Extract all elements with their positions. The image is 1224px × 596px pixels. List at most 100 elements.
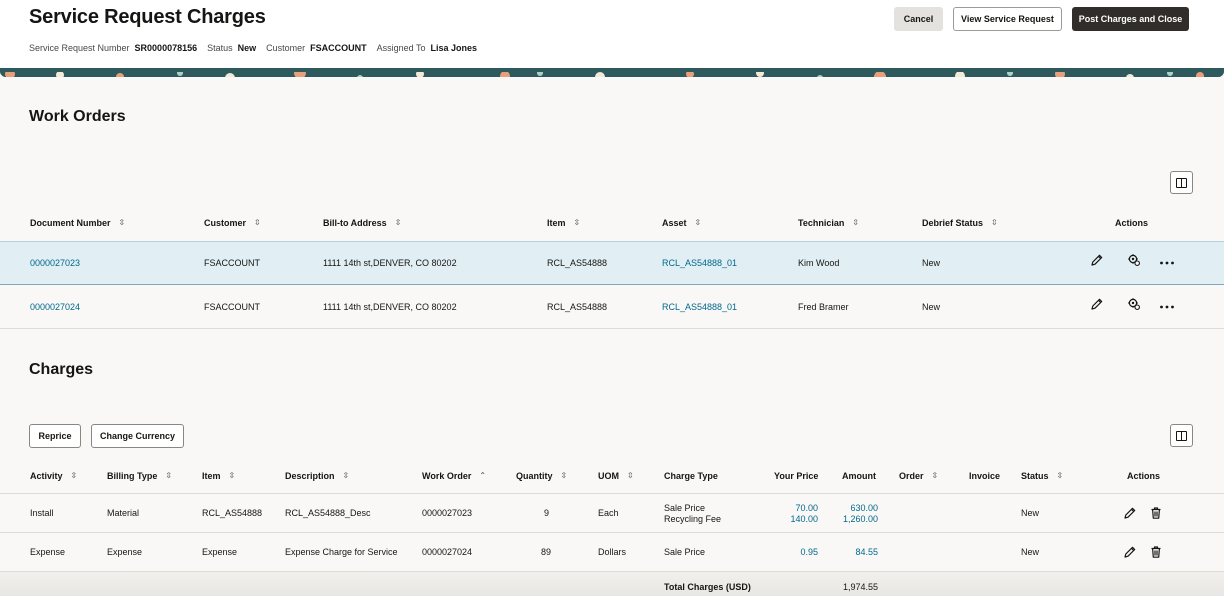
- sort-arrows-icon[interactable]: ⇳: [852, 219, 859, 227]
- status-label: Status: [207, 43, 233, 53]
- pencil-icon[interactable]: [1090, 297, 1104, 311]
- col-item[interactable]: Item ⇳: [202, 471, 235, 481]
- charge-type-cell: Sale Price: [664, 547, 706, 557]
- amount-link[interactable]: 630.00: [820, 503, 878, 513]
- col-document-number[interactable]: Document Number ⇳: [30, 218, 125, 228]
- col-uom[interactable]: UOM ⇳: [598, 471, 634, 481]
- your-price-link[interactable]: 70.00: [760, 503, 818, 513]
- activity-cell: Expense: [30, 547, 66, 557]
- sort-arrows-icon[interactable]: ⇳: [991, 219, 998, 227]
- quantity-cell: 89: [540, 547, 551, 557]
- customer-cell: FSACCOUNT: [204, 258, 260, 268]
- status-cell: New: [1021, 508, 1040, 518]
- col-quantity[interactable]: Quantity ⇳: [516, 471, 567, 481]
- banner-pattern: [0, 68, 1224, 77]
- gears-icon[interactable]: [1127, 297, 1141, 311]
- amount-link[interactable]: 84.55: [820, 547, 878, 557]
- col-bill-to-address[interactable]: Bill-to Address ⇳: [323, 218, 401, 228]
- sort-arrows-icon[interactable]: ⇳: [254, 219, 261, 227]
- column-layout-icon: [1176, 177, 1187, 188]
- work-order-cell: 0000027024: [422, 547, 473, 557]
- col-order[interactable]: Order ⇳: [899, 471, 938, 481]
- col-asset[interactable]: Asset ⇳: [662, 218, 701, 228]
- sort-arrows-icon[interactable]: ⇳: [71, 472, 78, 480]
- pencil-icon[interactable]: [1090, 253, 1104, 267]
- sort-arrows-icon[interactable]: ⇳: [343, 472, 350, 480]
- col-label: Billing Type: [107, 471, 158, 481]
- col-label: Asset: [662, 218, 687, 228]
- sort-arrows-icon[interactable]: ⇳: [627, 472, 634, 480]
- col-actions: Actions: [1127, 471, 1161, 481]
- document-number-link[interactable]: 0000027024: [30, 302, 80, 312]
- item-cell: Expense: [202, 547, 238, 557]
- sort-arrows-icon[interactable]: ⇳: [574, 219, 581, 227]
- col-technician[interactable]: Technician ⇳: [798, 218, 859, 228]
- row-divider: [0, 328, 1224, 329]
- sort-arrows-icon[interactable]: ⇳: [395, 219, 402, 227]
- col-amount: Amount: [842, 471, 876, 481]
- table-row-selected[interactable]: [0, 241, 1224, 285]
- amount-link[interactable]: 1,260.00: [820, 514, 878, 524]
- ellipsis-icon[interactable]: [1159, 299, 1175, 313]
- ellipsis-icon[interactable]: [1159, 255, 1175, 269]
- asset-link[interactable]: RCL_AS54888_01: [662, 258, 737, 268]
- total-charges-label: Total Charges (USD): [664, 582, 751, 592]
- cancel-button[interactable]: Cancel: [894, 7, 943, 31]
- col-activity[interactable]: Activity ⇳: [30, 471, 77, 481]
- charge-type-cell: Sale Price: [664, 503, 706, 513]
- document-number-link[interactable]: 0000027023: [30, 258, 80, 268]
- col-item[interactable]: Item ⇳: [547, 218, 580, 228]
- customer-value: FSACCOUNT: [310, 43, 367, 53]
- sort-arrows-icon[interactable]: ⇳: [165, 472, 172, 480]
- work-orders-title: Work Orders: [29, 108, 126, 125]
- debrief-status-cell: New: [922, 302, 941, 312]
- col-label: Item: [547, 218, 566, 228]
- reprice-button[interactable]: Reprice: [29, 424, 81, 448]
- customer-cell: FSACCOUNT: [204, 302, 260, 312]
- sort-arrows-icon[interactable]: ⇳: [1057, 472, 1064, 480]
- status-cell: New: [1021, 547, 1040, 557]
- customer-label: Customer: [266, 43, 306, 53]
- gears-icon[interactable]: [1127, 253, 1141, 267]
- asset-link[interactable]: RCL_AS54888_01: [662, 302, 737, 312]
- item-cell: RCL_AS54888: [547, 302, 608, 312]
- sort-arrows-icon[interactable]: ⇳: [932, 472, 939, 480]
- col-label: Status: [1021, 471, 1049, 481]
- address-cell: 1111 14th st,DENVER, CO 80202: [323, 302, 457, 312]
- col-label: Item: [202, 471, 221, 481]
- column-layout-icon: [1176, 430, 1187, 441]
- change-currency-button[interactable]: Change Currency: [91, 424, 184, 448]
- col-customer[interactable]: Customer ⇳: [204, 218, 261, 228]
- sort-ascending-icon[interactable]: ⌃: [479, 472, 486, 480]
- sort-arrows-icon[interactable]: ⇳: [695, 219, 702, 227]
- sort-arrows-icon[interactable]: ⇳: [119, 219, 126, 227]
- charges-title: Charges: [29, 361, 94, 378]
- your-price-link[interactable]: 140.00: [760, 514, 818, 524]
- status-value: New: [237, 43, 257, 53]
- sort-arrows-icon[interactable]: ⇳: [229, 472, 236, 480]
- billing-type-cell: Expense: [107, 547, 143, 557]
- trash-icon[interactable]: [1149, 545, 1163, 559]
- col-status[interactable]: Status ⇳: [1021, 471, 1063, 481]
- col-debrief-status[interactable]: Debrief Status ⇳: [922, 218, 998, 228]
- pencil-icon[interactable]: [1123, 506, 1137, 520]
- trash-icon[interactable]: [1149, 506, 1163, 520]
- assigned-to-label: Assigned To: [376, 43, 426, 53]
- description-cell: Expense Charge for Service: [285, 547, 398, 557]
- col-billing-type[interactable]: Billing Type ⇳: [107, 471, 172, 481]
- uom-cell: Each: [598, 508, 619, 518]
- col-your-price: Your Price: [774, 471, 819, 481]
- address-cell: 1111 14th st,DENVER, CO 80202: [323, 258, 457, 268]
- charges-columns-button[interactable]: [1170, 424, 1193, 447]
- col-label: Activity: [30, 471, 63, 481]
- your-price-link[interactable]: 0.95: [760, 547, 818, 557]
- debrief-status-cell: New: [922, 258, 941, 268]
- col-description[interactable]: Description ⇳: [285, 471, 349, 481]
- sort-arrows-icon[interactable]: ⇳: [561, 472, 568, 480]
- pencil-icon[interactable]: [1123, 545, 1137, 559]
- view-service-request-button[interactable]: View Service Request: [953, 7, 1062, 31]
- work-orders-columns-button[interactable]: [1170, 171, 1193, 194]
- col-work-order[interactable]: Work Order ⌃: [422, 471, 486, 481]
- col-label: Quantity: [516, 471, 553, 481]
- post-charges-and-close-button[interactable]: Post Charges and Close: [1072, 7, 1189, 31]
